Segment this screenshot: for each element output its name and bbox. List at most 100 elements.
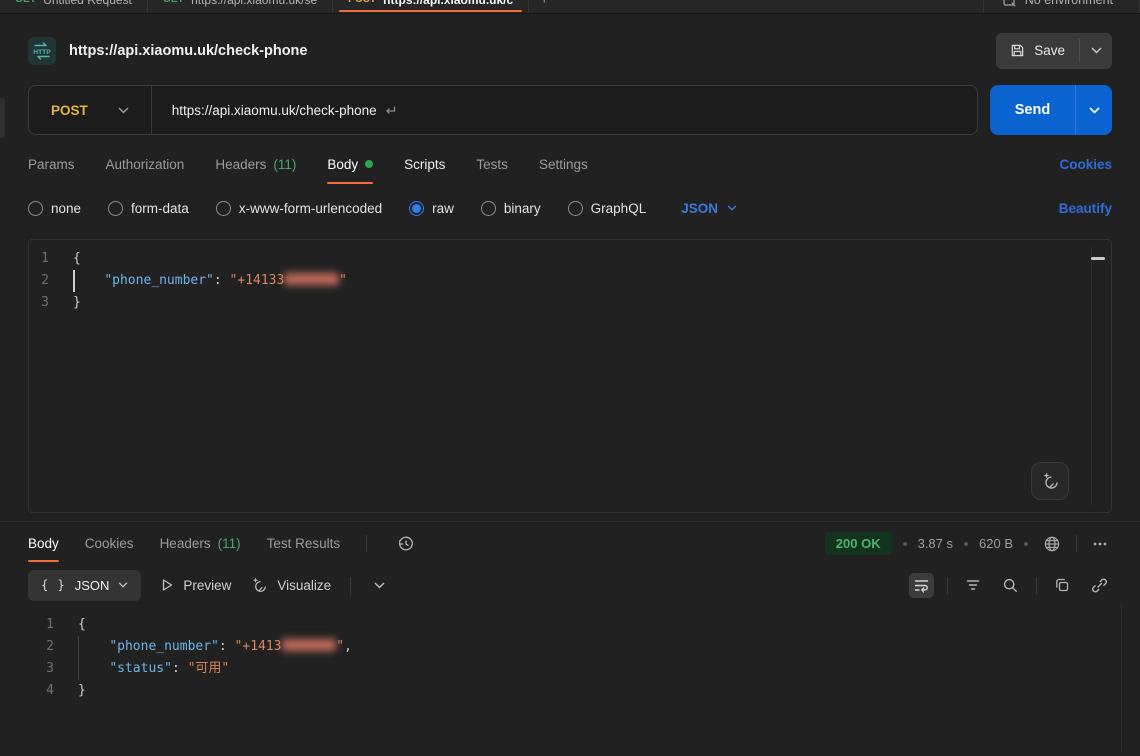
cookies-link[interactable]: Cookies: [1059, 157, 1112, 172]
network-info-button[interactable]: [1039, 531, 1065, 557]
filter-button[interactable]: [961, 573, 985, 597]
code-token: "status": [109, 661, 172, 676]
response-size: 620 B: [979, 536, 1013, 551]
tab-scripts[interactable]: Scripts: [404, 141, 445, 187]
code-line[interactable]: 2 "phone_number": "+14133": [29, 270, 1111, 292]
tab-strip: GETUntitled RequestGEThttps://api.xiaomu…: [0, 0, 1140, 14]
workspace-tab-bar: GETUntitled RequestGEThttps://api.xiaomu…: [0, 0, 1140, 14]
tab-settings[interactable]: Settings: [539, 141, 588, 187]
editor-scrollbar-thumb[interactable]: [1091, 257, 1105, 260]
response-toolbar: { } JSON Preview Visualize: [0, 565, 1140, 605]
response-tab-cookies[interactable]: Cookies: [85, 522, 134, 565]
chevron-down-icon: [118, 582, 128, 588]
response-code: 1{2 "phone_number": "+1413",3 "status": …: [28, 614, 1140, 702]
body-type-x-www-form-urlencoded[interactable]: x-www-form-urlencoded: [216, 201, 382, 216]
tab-authorization[interactable]: Authorization: [106, 141, 185, 187]
share-link-button[interactable]: [1087, 573, 1112, 598]
copy-icon: [1054, 577, 1070, 593]
preview-label: Preview: [183, 578, 231, 593]
code-token: }: [78, 683, 86, 698]
response-tab-test-results[interactable]: Test Results: [267, 522, 341, 565]
code-content: }: [73, 292, 81, 314]
method-label: POST: [51, 103, 88, 118]
code-line[interactable]: 2 "phone_number": "+1413",: [28, 636, 1140, 658]
beautify-link[interactable]: Beautify: [1059, 201, 1112, 216]
code-token: "phone_number": [104, 273, 214, 288]
method-selector[interactable]: POST: [29, 86, 129, 134]
sidebar-collapsed-edge[interactable]: [0, 98, 5, 138]
workspace-tab[interactable]: GETUntitled Request: [0, 0, 148, 14]
line-number: 3: [28, 658, 78, 680]
editor-scrollbar-track[interactable]: [1091, 246, 1092, 506]
chevron-down-icon: [374, 582, 385, 589]
send-button[interactable]: Send: [990, 85, 1075, 135]
workspace-tab[interactable]: GEThttps://api.xiaomu.uk/se: [148, 0, 333, 14]
return-key-icon: [384, 105, 396, 116]
tab-label: https://api.xiaomu.uk/c: [383, 0, 513, 7]
workspace-tab[interactable]: POSThttps://api.xiaomu.uk/c: [333, 0, 529, 14]
word-wrap-icon: [913, 577, 930, 594]
preview-button[interactable]: Preview: [160, 578, 231, 593]
send-options-button[interactable]: [1075, 85, 1112, 135]
save-button[interactable]: Save: [996, 33, 1079, 69]
environment-box-icon: [1002, 0, 1016, 7]
tab-headers[interactable]: Headers(11): [215, 141, 296, 187]
tab-params[interactable]: Params: [28, 141, 75, 187]
response-tab-body[interactable]: Body: [28, 522, 59, 565]
tab-tests[interactable]: Tests: [476, 141, 508, 187]
response-scrollbar-track[interactable]: [1121, 605, 1122, 752]
line-number: 4: [28, 680, 78, 702]
body-type-binary[interactable]: binary: [481, 201, 541, 216]
url-input-container: POST https://api.xiaomu.uk/check-phone: [28, 85, 978, 135]
response-history-button[interactable]: [393, 531, 419, 557]
new-tab-button[interactable]: +: [529, 0, 559, 14]
visualize-button[interactable]: Visualize: [250, 576, 331, 594]
code-token: :: [172, 661, 188, 676]
request-body-editor[interactable]: 1{2 "phone_number": "+14133"3}: [28, 239, 1112, 513]
code-content: {: [78, 614, 86, 636]
code-token: "+14133: [230, 273, 285, 288]
copy-response-button[interactable]: [1050, 573, 1074, 597]
body-type-form-data[interactable]: form-data: [108, 201, 189, 216]
save-options-button[interactable]: [1080, 33, 1112, 69]
body-type-graphql[interactable]: GraphQL: [568, 201, 647, 216]
request-method-label: GET: [163, 0, 184, 5]
code-line[interactable]: 1{: [28, 614, 1140, 636]
url-bar: POST https://api.xiaomu.uk/check-phone S…: [0, 85, 1140, 135]
chevron-down-icon: [118, 107, 129, 114]
chevron-down-icon: [1091, 47, 1102, 54]
environment-selector[interactable]: No environment: [983, 0, 1140, 14]
dot-separator: [964, 542, 968, 546]
language-label: JSON: [681, 201, 718, 216]
code-token: :: [219, 639, 235, 654]
raw-language-select[interactable]: JSON: [681, 201, 737, 216]
response-format-select[interactable]: { } JSON: [28, 570, 141, 601]
url-input[interactable]: https://api.xiaomu.uk/check-phone: [152, 103, 396, 118]
tab-body[interactable]: Body: [327, 141, 373, 187]
code-token: [73, 273, 104, 288]
radio-label: form-data: [131, 201, 189, 216]
send-split-button: Send: [990, 85, 1112, 135]
body-type-raw[interactable]: raw: [409, 201, 454, 216]
visualize-label: Visualize: [277, 578, 331, 593]
postbot-button[interactable]: [1031, 462, 1069, 500]
code-line[interactable]: 4}: [28, 680, 1140, 702]
code-token: [78, 639, 109, 654]
response-more-button[interactable]: [1088, 532, 1112, 556]
tab-label: Untitled Request: [43, 0, 132, 7]
radio-icon: [409, 201, 424, 216]
code-token: :: [214, 273, 230, 288]
code-content: {: [73, 248, 81, 270]
search-response-button[interactable]: [998, 573, 1023, 598]
response-tab-headers[interactable]: Headers(11): [160, 522, 241, 565]
code-line[interactable]: 3}: [29, 292, 1111, 314]
environment-label: No environment: [1025, 0, 1113, 7]
wrap-lines-button[interactable]: [909, 573, 934, 598]
response-body-viewer[interactable]: 1{2 "phone_number": "+1413",3 "status": …: [0, 605, 1140, 751]
body-type-none[interactable]: none: [28, 201, 81, 216]
visualize-options-button[interactable]: [370, 578, 389, 593]
code-line[interactable]: 3 "status": "可用": [28, 658, 1140, 680]
code-token: ": [336, 639, 344, 654]
code-line[interactable]: 1{: [29, 248, 1111, 270]
redacted-text: [282, 639, 337, 651]
